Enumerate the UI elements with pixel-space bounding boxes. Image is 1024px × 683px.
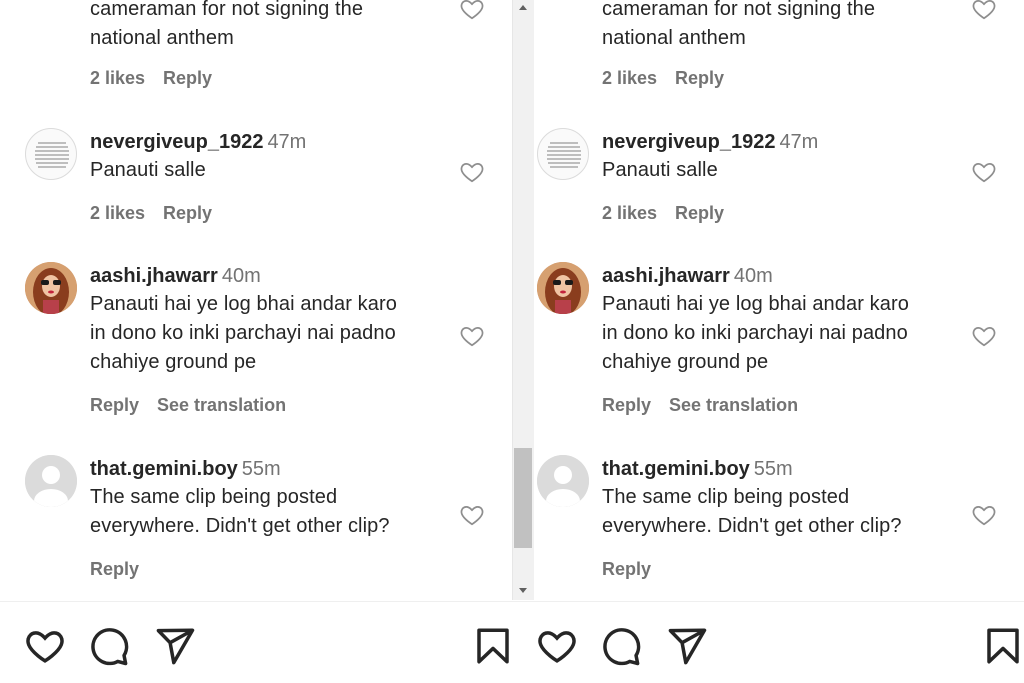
heart-icon[interactable] (24, 625, 66, 667)
comment-meta: 2 likes Reply (602, 203, 742, 224)
comment-header: aashi.jhawarr 40m (602, 262, 962, 290)
comment-text-line: in dono ko inki parchayi nai padno (602, 322, 908, 344)
scroll-up-arrow-icon[interactable] (517, 2, 529, 14)
comment-meta: 2 likes Reply (602, 68, 742, 89)
comment-body: aashi.jhawarr 40m Panauti hai ye log bhai… (90, 262, 450, 377)
like-heart-icon[interactable] (971, 502, 997, 528)
reply-button[interactable]: Reply (163, 203, 212, 223)
comment-meta: Reply (602, 559, 669, 580)
likes-count[interactable]: 2 likes (90, 68, 145, 88)
action-bar-divider (0, 601, 1024, 602)
reply-button[interactable]: Reply (602, 559, 651, 579)
comment-text-line: cameraman for not signing the (602, 0, 876, 20)
comment-username[interactable]: aashi.jhawarr (90, 265, 218, 287)
comment-text-line: in dono ko inki parchayi nai padno (90, 322, 396, 344)
comment-text-line: everywhere. Didn't get other clip? (602, 515, 902, 537)
default-avatar[interactable] (537, 455, 589, 507)
see-translation-button[interactable]: See translation (157, 395, 286, 415)
bookmark-icon[interactable] (982, 625, 1024, 667)
comment-username[interactable]: nevergiveup_1922 (90, 131, 263, 153)
share-icon[interactable] (666, 625, 708, 667)
reply-button[interactable]: Reply (90, 559, 139, 579)
comment-header: nevergiveup_1922 47m (602, 128, 962, 156)
text-image-avatar[interactable] (537, 128, 589, 180)
comments-list: cameraman for not signing the national a… (512, 0, 1024, 600)
comment-text-line: chahiye ground pe (90, 351, 257, 373)
comment-time: 55m (241, 458, 281, 480)
reply-button[interactable]: Reply (90, 395, 139, 415)
comment-time: 40m (221, 265, 261, 287)
like-heart-icon[interactable] (459, 0, 485, 22)
text-image-avatar[interactable] (25, 128, 77, 180)
comment-icon[interactable] (88, 625, 130, 667)
post-panel-left: cameraman for not signing the national a… (0, 0, 512, 683)
comment-meta: 2 likes Reply (90, 203, 230, 224)
comment-icon[interactable] (600, 625, 642, 667)
like-heart-icon[interactable] (459, 159, 485, 185)
reply-button[interactable]: Reply (675, 203, 724, 223)
like-heart-icon[interactable] (459, 323, 485, 349)
comment-text-line: chahiye ground pe (602, 351, 769, 373)
like-heart-icon[interactable] (971, 0, 997, 22)
comment-header: nevergiveup_1922 47m (90, 128, 450, 156)
comment-text-line: Panauti salle (90, 159, 206, 181)
comment-username[interactable]: nevergiveup_1922 (602, 131, 775, 153)
bookmark-icon[interactable] (472, 625, 512, 667)
reply-button[interactable]: Reply (675, 68, 724, 88)
comment-meta: Reply See translation (90, 395, 304, 416)
comment-text-line: everywhere. Didn't get other clip? (90, 515, 390, 537)
see-translation-button[interactable]: See translation (669, 395, 798, 415)
comment-username[interactable]: aashi.jhawarr (602, 265, 730, 287)
comment-body: that.gemini.boy 55m The same clip being p… (90, 455, 450, 541)
reply-button[interactable]: Reply (602, 395, 651, 415)
comment-body: nevergiveup_1922 47m Panauti salle (602, 128, 962, 185)
default-avatar[interactable] (25, 455, 77, 507)
comment-text-line: Panauti hai ye log bhai andar karo (90, 293, 397, 315)
comment-body: aashi.jhawarr 40m Panauti hai ye log bhai… (602, 262, 962, 377)
comment-time: 40m (733, 265, 773, 287)
likes-count[interactable]: 2 likes (602, 203, 657, 223)
comment-header: aashi.jhawarr 40m (90, 262, 450, 290)
comment-meta: 2 likes Reply (90, 68, 230, 89)
heart-icon[interactable] (536, 625, 578, 667)
post-panel-right: cameraman for not signing the national a… (512, 0, 1024, 683)
like-heart-icon[interactable] (971, 323, 997, 349)
comment-time: 55m (753, 458, 793, 480)
comment-text-line: national anthem (90, 27, 234, 49)
comment-text-line: cameraman for not signing the (90, 0, 364, 20)
comment-header: that.gemini.boy 55m (602, 455, 962, 483)
comment-meta: Reply See translation (602, 395, 816, 416)
likes-count[interactable]: 2 likes (602, 68, 657, 88)
comment-text-line: The same clip being posted (602, 486, 850, 508)
comment-time: 47m (779, 131, 819, 153)
comment-header: that.gemini.boy 55m (90, 455, 450, 483)
photo-avatar[interactable] (25, 262, 77, 314)
comment-username[interactable]: that.gemini.boy (90, 458, 238, 480)
reply-button[interactable]: Reply (163, 68, 212, 88)
comment-username[interactable]: that.gemini.boy (602, 458, 750, 480)
comment-body: nevergiveup_1922 47m Panauti salle (90, 128, 450, 185)
scrollbar-thumb[interactable] (514, 448, 532, 548)
comment-text-line: Panauti hai ye log bhai andar karo (602, 293, 909, 315)
scroll-down-arrow-icon[interactable] (517, 584, 529, 596)
comment-text-line: national anthem (602, 27, 746, 49)
comments-list: cameraman for not signing the national a… (0, 0, 512, 600)
comment-meta: Reply (90, 559, 157, 580)
like-heart-icon[interactable] (459, 502, 485, 528)
comment-body: that.gemini.boy 55m The same clip being p… (602, 455, 962, 541)
likes-count[interactable]: 2 likes (90, 203, 145, 223)
comment-text-line: The same clip being posted (90, 486, 338, 508)
photo-avatar[interactable] (537, 262, 589, 314)
comment-time: 47m (267, 131, 307, 153)
comment-body: cameraman for not signing the national a… (90, 0, 450, 53)
share-icon[interactable] (154, 625, 196, 667)
comment-body: cameraman for not signing the national a… (602, 0, 962, 53)
comment-text-line: Panauti salle (602, 159, 718, 181)
like-heart-icon[interactable] (971, 159, 997, 185)
